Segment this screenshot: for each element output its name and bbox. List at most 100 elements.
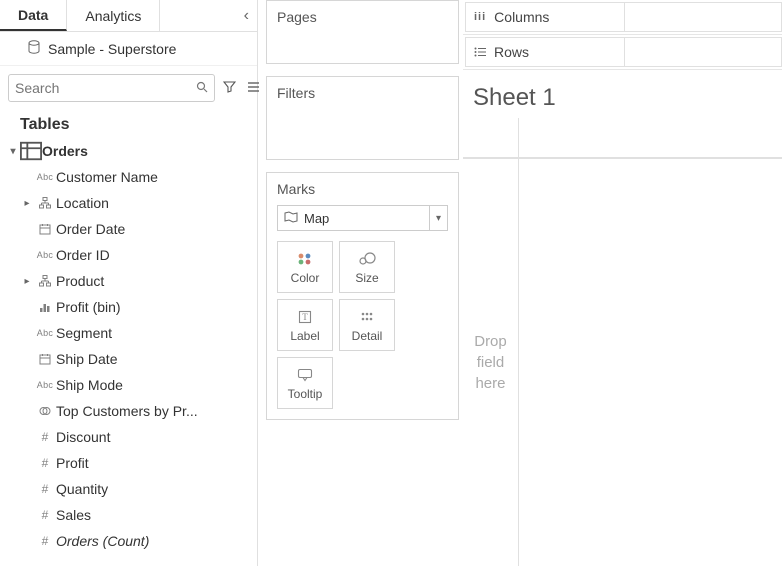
field-type-icon	[34, 223, 56, 235]
search-box[interactable]	[8, 74, 215, 102]
filters-title: Filters	[267, 77, 458, 109]
field-row[interactable]: ▸ Location	[0, 190, 257, 216]
field-label: Profit	[56, 455, 257, 471]
mark-tooltip-button[interactable]: Tooltip	[277, 357, 333, 409]
mark-label-button[interactable]: T Label	[277, 299, 333, 351]
caret-right-icon[interactable]: ▸	[20, 198, 34, 209]
mark-type-label: Map	[304, 211, 329, 226]
fields-tree[interactable]: ▾ Orders AbcCustomer Name▸LocationOrder …	[0, 138, 257, 566]
chevron-down-icon[interactable]: ▾	[429, 206, 441, 230]
size-icon	[358, 250, 376, 268]
field-row[interactable]: #Quantity	[0, 476, 257, 502]
mark-detail-button[interactable]: Detail	[339, 299, 395, 351]
field-type-icon: Abc	[34, 328, 56, 338]
field-type-icon	[34, 405, 56, 417]
sheet-title[interactable]: Sheet 1	[463, 70, 782, 118]
caret-right-icon[interactable]: ▸	[20, 276, 34, 287]
field-row[interactable]: AbcSegment	[0, 320, 257, 346]
color-icon	[297, 250, 313, 268]
field-type-icon: Abc	[34, 172, 56, 182]
corner-cell	[463, 118, 519, 157]
field-type-icon: #	[34, 534, 56, 548]
field-row[interactable]: AbcOrder ID	[0, 242, 257, 268]
sheet-area: iii Columns Rows Sheet 1 Drop field here	[463, 0, 782, 566]
columns-icon: iii	[474, 11, 486, 23]
columns-label: Columns	[494, 9, 549, 25]
field-row[interactable]: #Sales	[0, 502, 257, 528]
drop-hint-text: Drop field here	[474, 331, 507, 394]
collapse-sidebar-icon[interactable]: ‹	[236, 0, 257, 31]
rows-shelf[interactable]: Rows	[463, 35, 782, 70]
field-type-icon: #	[34, 482, 56, 496]
columns-drop-zone[interactable]	[624, 2, 782, 32]
column-header-zone[interactable]	[519, 118, 782, 157]
table-icon	[20, 140, 42, 162]
field-type-icon: Abc	[34, 250, 56, 260]
filter-icon[interactable]	[219, 77, 240, 99]
mark-size-button[interactable]: Size	[339, 241, 395, 293]
field-type-icon: #	[34, 430, 56, 444]
svg-text:T: T	[302, 312, 308, 322]
datasource-row[interactable]: Sample - Superstore	[0, 32, 257, 66]
field-row[interactable]: #Orders (Count)	[0, 528, 257, 554]
field-label: Product	[56, 273, 257, 289]
field-type-icon: #	[34, 456, 56, 470]
field-label: Profit (bin)	[56, 299, 257, 315]
field-label: Quantity	[56, 481, 257, 497]
tab-data[interactable]: Data	[0, 0, 67, 31]
field-label: Ship Mode	[56, 377, 257, 393]
field-label: Customer Name	[56, 169, 257, 185]
table-row-orders[interactable]: ▾ Orders	[0, 138, 257, 164]
marks-card: Marks Map ▾ Color	[266, 172, 459, 420]
marks-title: Marks	[267, 173, 458, 205]
field-type-icon: #	[34, 508, 56, 522]
field-type-icon	[34, 197, 56, 209]
search-input[interactable]	[15, 80, 196, 96]
field-label: Sales	[56, 507, 257, 523]
tab-analytics[interactable]: Analytics	[67, 0, 160, 31]
field-row[interactable]: Order Date	[0, 216, 257, 242]
mark-color-button[interactable]: Color	[277, 241, 333, 293]
field-label: Order Date	[56, 221, 257, 237]
field-row[interactable]: AbcShip Mode	[0, 372, 257, 398]
rows-icon	[474, 44, 486, 60]
field-row[interactable]: AbcCustomer Name	[0, 164, 257, 190]
label-icon: T	[298, 308, 312, 326]
field-label: Location	[56, 195, 257, 211]
field-label: Orders (Count)	[56, 533, 257, 549]
columns-shelf[interactable]: iii Columns	[463, 0, 782, 35]
field-type-icon	[34, 353, 56, 365]
field-label: Top Customers by Pr...	[56, 403, 257, 419]
filters-card[interactable]: Filters	[266, 76, 459, 160]
field-type-icon: Abc	[34, 380, 56, 390]
field-label: Discount	[56, 429, 257, 445]
field-row[interactable]: #Profit	[0, 450, 257, 476]
field-type-icon	[34, 275, 56, 287]
tooltip-icon	[297, 366, 313, 384]
field-label: Order ID	[56, 247, 257, 263]
field-row[interactable]: Profit (bin)	[0, 294, 257, 320]
field-row[interactable]: #Discount	[0, 424, 257, 450]
pages-card[interactable]: Pages	[266, 0, 459, 64]
field-label: Segment	[56, 325, 257, 341]
field-type-icon	[34, 301, 56, 313]
field-row[interactable]: Ship Date	[0, 346, 257, 372]
detail-icon	[360, 308, 374, 326]
field-row[interactable]: ▸ Product	[0, 268, 257, 294]
pages-title: Pages	[267, 1, 458, 33]
row-header-zone[interactable]: Drop field here	[463, 158, 519, 566]
rows-label: Rows	[494, 44, 529, 60]
datasource-icon	[28, 40, 40, 57]
mark-type-select[interactable]: Map ▾	[277, 205, 448, 231]
field-row[interactable]: Top Customers by Pr...	[0, 398, 257, 424]
tables-header: Tables	[0, 110, 257, 138]
cards-column: Pages Filters Marks Map ▾	[258, 0, 463, 566]
table-label: Orders	[42, 143, 257, 159]
datasource-name: Sample - Superstore	[48, 41, 176, 57]
rows-drop-zone[interactable]	[624, 37, 782, 67]
field-label: Ship Date	[56, 351, 257, 367]
data-sidebar: Data Analytics ‹ Sample - Superstore	[0, 0, 258, 566]
caret-down-icon[interactable]: ▾	[6, 146, 20, 157]
viz-canvas[interactable]	[519, 158, 782, 566]
search-icon[interactable]	[196, 81, 208, 96]
